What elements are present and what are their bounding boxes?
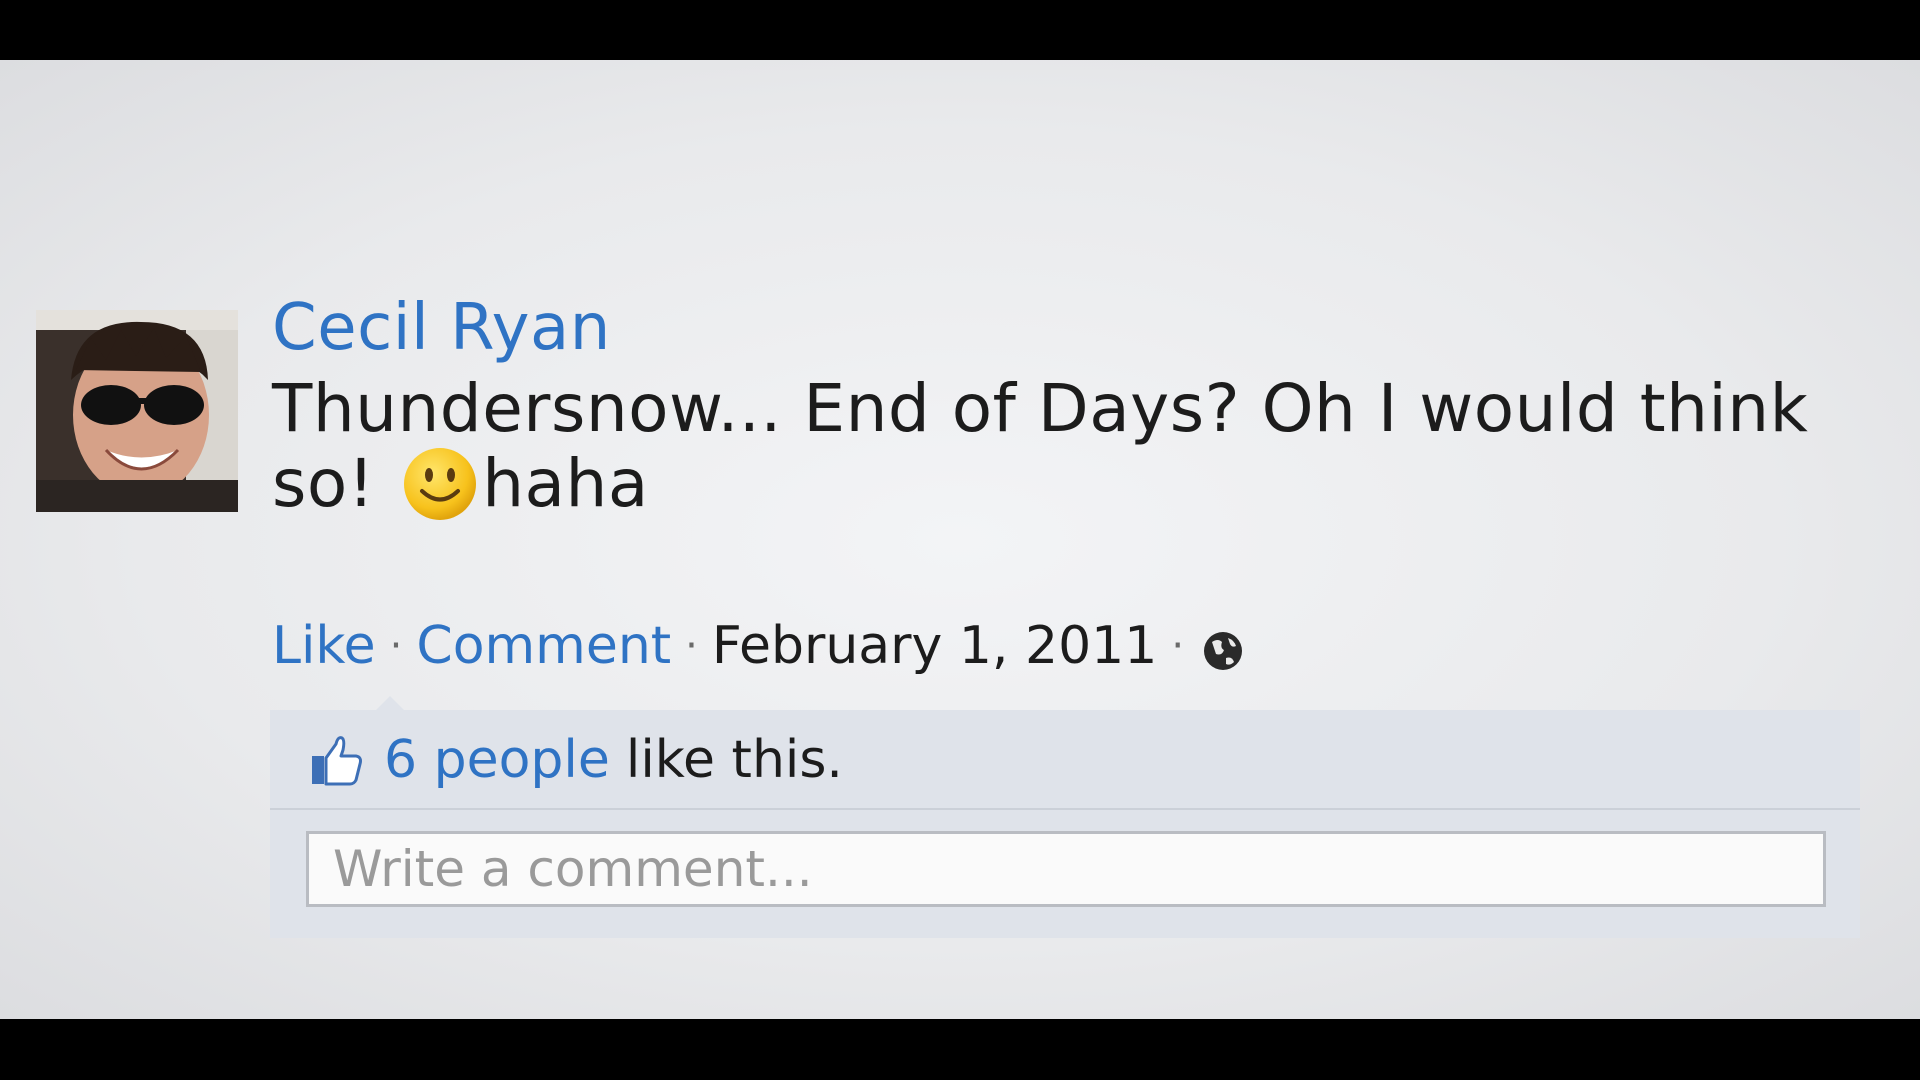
separator: · <box>389 623 403 669</box>
letterbox-bottom <box>0 1019 1920 1080</box>
thumbs-up-icon <box>312 736 362 786</box>
facebook-post-screen: Cecil Ryan Thundersnow... End of Days? O… <box>0 60 1920 1019</box>
likes-count-link[interactable]: 6 people <box>384 730 610 790</box>
like-link[interactable]: Like <box>272 616 376 676</box>
comment-link[interactable]: Comment <box>416 616 671 676</box>
interaction-box: 6 people like this. <box>270 710 1860 938</box>
author-name-link[interactable]: Cecil Ryan <box>272 296 611 360</box>
separator: · <box>1171 623 1185 669</box>
likes-suffix: like this. <box>625 730 843 790</box>
likes-box-caret <box>376 696 404 710</box>
letterbox-top <box>0 0 1920 60</box>
separator: · <box>685 623 698 669</box>
smiley-emoji-icon <box>402 446 478 522</box>
post-date[interactable]: February 1, 2011 <box>712 616 1157 676</box>
comment-input[interactable] <box>306 831 1826 907</box>
post-actions: Like · Comment · February 1, 2011 · <box>272 616 1244 676</box>
divider <box>270 808 1860 810</box>
likes-summary: 6 people like this. <box>308 728 843 792</box>
post-text: Thundersnow... End of Days? Oh I would t… <box>272 372 1832 522</box>
avatar[interactable] <box>36 310 238 512</box>
post-text-tail: haha <box>482 445 649 522</box>
globe-icon[interactable] <box>1202 625 1244 670</box>
